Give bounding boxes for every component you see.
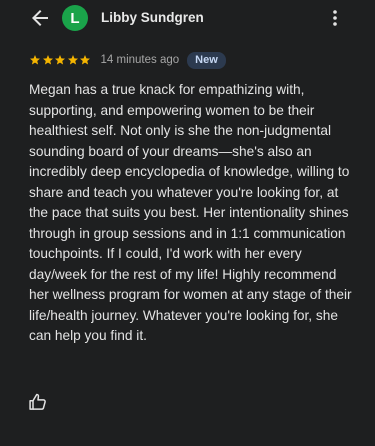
new-badge: New <box>187 51 226 69</box>
review-timestamp: 14 minutes ago <box>100 54 180 66</box>
avatar[interactable]: L <box>62 5 88 31</box>
reviewer-name[interactable]: Libby Sundgren <box>101 10 204 25</box>
star-icon <box>67 55 78 65</box>
review-text: Megan has a true knack for empathizing w… <box>29 82 352 343</box>
star-icon <box>80 55 90 65</box>
thumb-up-icon <box>29 393 46 410</box>
back-button[interactable] <box>28 6 52 30</box>
more-vert-icon <box>333 10 337 26</box>
like-button[interactable] <box>28 392 48 412</box>
more-options-button[interactable] <box>326 6 344 30</box>
rating-row: 14 minutes ago New <box>29 50 226 70</box>
review-header: L Libby Sundgren <box>0 0 375 38</box>
star-rating <box>29 54 92 66</box>
arrow-left-icon <box>32 10 48 26</box>
star-icon <box>55 55 65 65</box>
star-icon <box>42 55 53 65</box>
star-icon <box>30 55 40 65</box>
